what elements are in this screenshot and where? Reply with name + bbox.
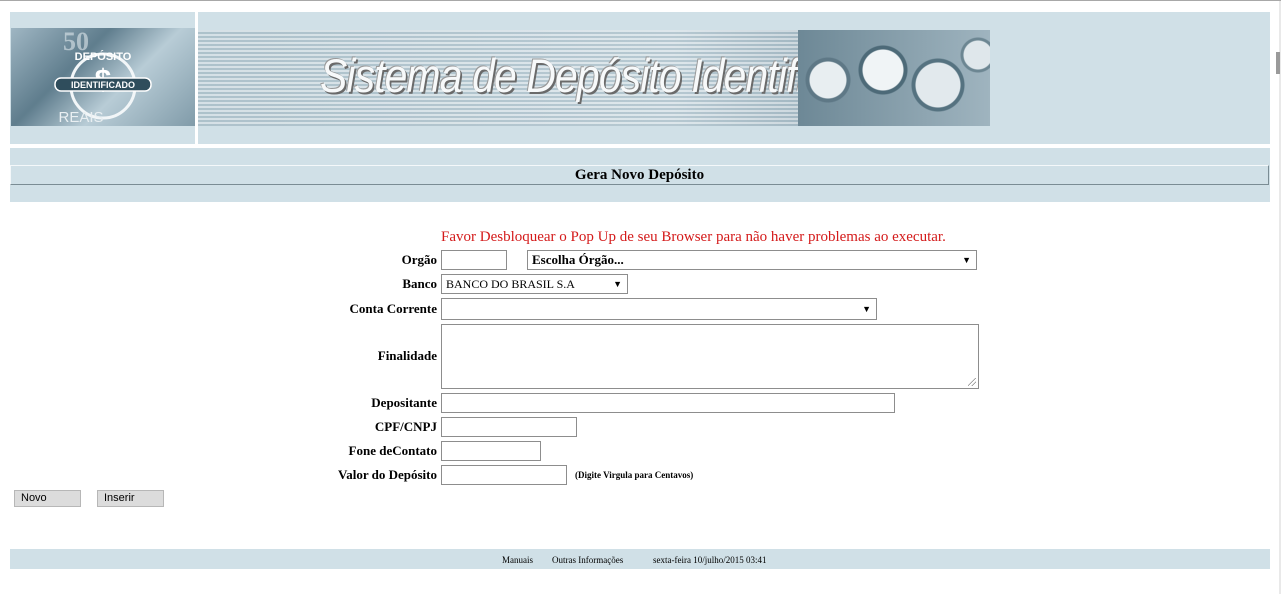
- popup-warning: Favor Desbloquear o Pop Up de seu Browse…: [441, 229, 946, 245]
- footer-datetime: sexta-feira 10/julho/2015 03:41: [653, 555, 767, 565]
- conta-select[interactable]: ▼: [441, 298, 877, 320]
- banner-title: Sistema de Depósito Identificado: [320, 49, 891, 102]
- orgao-label: Orgão: [401, 252, 437, 267]
- cpf-label: CPF/CNPJ: [374, 419, 437, 434]
- scrollbar-thumb[interactable]: [1276, 52, 1280, 74]
- orgao-select-value: Escolha Órgão...: [532, 252, 624, 267]
- coins-image: [798, 30, 990, 126]
- chevron-down-icon: ▼: [962, 255, 971, 265]
- valor-input[interactable]: [441, 465, 567, 485]
- logo-text-mid: IDENTIFICADO: [71, 80, 135, 90]
- window-top-border: [0, 0, 1281, 1]
- banco-label: Banco: [402, 276, 437, 291]
- banner: Sistema de Depósito Identificado: [198, 30, 990, 126]
- finalidade-label: Finalidade: [377, 348, 437, 363]
- finalidade-textarea[interactable]: [441, 324, 979, 389]
- logo-graphic: 50 DEPÓSITO $ IDENTIFICADO REAIS: [54, 28, 152, 126]
- inserir-button[interactable]: Inserir: [97, 490, 164, 507]
- valor-label: Valor do Depósito: [338, 467, 437, 482]
- logo-text-bottom: REAIS: [58, 109, 103, 126]
- footer-link-outras-informacoes[interactable]: Outras Informações: [552, 549, 623, 571]
- page-title: Gera Novo Depósito: [10, 165, 1269, 185]
- resize-grip-icon[interactable]: [968, 378, 976, 386]
- novo-button[interactable]: Novo: [14, 490, 81, 507]
- orgao-code-input[interactable]: [441, 250, 507, 270]
- depositante-label: Depositante: [371, 395, 437, 410]
- orgao-select[interactable]: Escolha Órgão... ▼: [527, 250, 977, 270]
- logo-text-top: DEPÓSITO: [75, 50, 132, 63]
- footer-link-manuais[interactable]: Manuais: [502, 549, 533, 571]
- chevron-down-icon: ▼: [613, 279, 622, 289]
- banco-select[interactable]: BANCO DO BRASIL S.A ▼: [441, 274, 628, 294]
- banco-select-value: BANCO DO BRASIL S.A: [446, 277, 575, 291]
- depositante-input[interactable]: [441, 393, 895, 413]
- footer: Manuais Outras Informações sexta-feira 1…: [10, 549, 1270, 569]
- fone-input[interactable]: [441, 441, 541, 461]
- logo: 50 DEPÓSITO $ IDENTIFICADO REAIS: [11, 28, 198, 126]
- conta-label: Conta Corrente: [349, 301, 438, 316]
- valor-hint: (Digite Virgula para Centavos): [575, 470, 694, 480]
- fone-label: Fone deContato: [348, 443, 437, 458]
- chevron-down-icon: ▼: [862, 304, 871, 314]
- cpf-input[interactable]: [441, 417, 577, 437]
